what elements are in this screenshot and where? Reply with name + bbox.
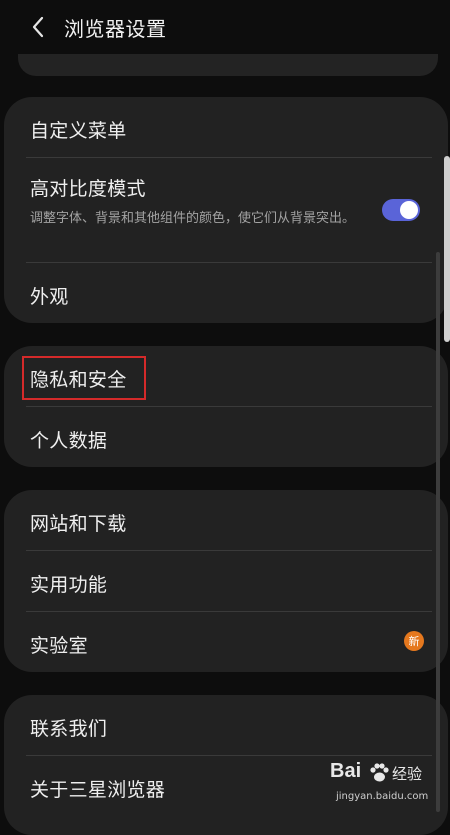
watermark-brand-suffix: 经验 bbox=[392, 765, 423, 783]
privacy-security-item[interactable]: 隐私和安全 bbox=[4, 346, 448, 406]
watermark-url: jingyan.baidu.com bbox=[336, 791, 429, 802]
privacy-card: 隐私和安全 个人数据 bbox=[4, 346, 448, 467]
toggle-knob bbox=[400, 201, 418, 219]
custom-menu-item[interactable]: 自定义菜单 bbox=[4, 97, 448, 157]
about-browser-label: 关于三星浏览器 bbox=[30, 779, 166, 801]
contact-us-label: 联系我们 bbox=[30, 718, 108, 740]
high-contrast-label: 高对比度模式 bbox=[30, 178, 146, 200]
sites-features-card: 网站和下载 实用功能 实验室 新 bbox=[4, 490, 448, 672]
sites-downloads-label: 网站和下载 bbox=[30, 513, 127, 535]
high-contrast-toggle[interactable] bbox=[382, 199, 420, 221]
chevron-left-icon bbox=[32, 16, 44, 38]
scrollbar-track[interactable] bbox=[436, 252, 440, 812]
high-contrast-description: 调整字体、背景和其他组件的颜色，使它们从背景突出。 bbox=[30, 211, 356, 226]
red-highlight-box bbox=[22, 356, 146, 400]
labs-item[interactable]: 实验室 新 bbox=[4, 612, 448, 672]
appearance-label: 外观 bbox=[30, 286, 69, 308]
useful-features-item[interactable]: 实用功能 bbox=[4, 551, 448, 611]
display-settings-card: 自定义菜单 高对比度模式 调整字体、背景和其他组件的颜色，使它们从背景突出。 外… bbox=[4, 97, 448, 323]
labs-label: 实验室 bbox=[30, 635, 88, 657]
page-title: 浏览器设置 bbox=[64, 17, 167, 41]
appearance-item[interactable]: 外观 bbox=[4, 263, 448, 323]
back-button[interactable] bbox=[24, 12, 52, 42]
personal-data-label: 个人数据 bbox=[30, 430, 108, 452]
scrollbar-thumb[interactable] bbox=[444, 156, 450, 342]
previous-card-edge bbox=[18, 54, 438, 76]
watermark-brand: Bai bbox=[330, 760, 362, 782]
useful-features-label: 实用功能 bbox=[30, 574, 108, 596]
new-badge: 新 bbox=[404, 631, 424, 651]
personal-data-item[interactable]: 个人数据 bbox=[4, 407, 448, 467]
baidu-jingyan-watermark: Bai 经验 jingyan.baidu.com bbox=[330, 760, 440, 810]
paw-icon bbox=[370, 763, 389, 782]
contact-us-item[interactable]: 联系我们 bbox=[4, 695, 448, 755]
custom-menu-label: 自定义菜单 bbox=[30, 120, 127, 142]
sites-downloads-item[interactable]: 网站和下载 bbox=[4, 490, 448, 550]
top-app-bar: 浏览器设置 bbox=[0, 0, 450, 56]
